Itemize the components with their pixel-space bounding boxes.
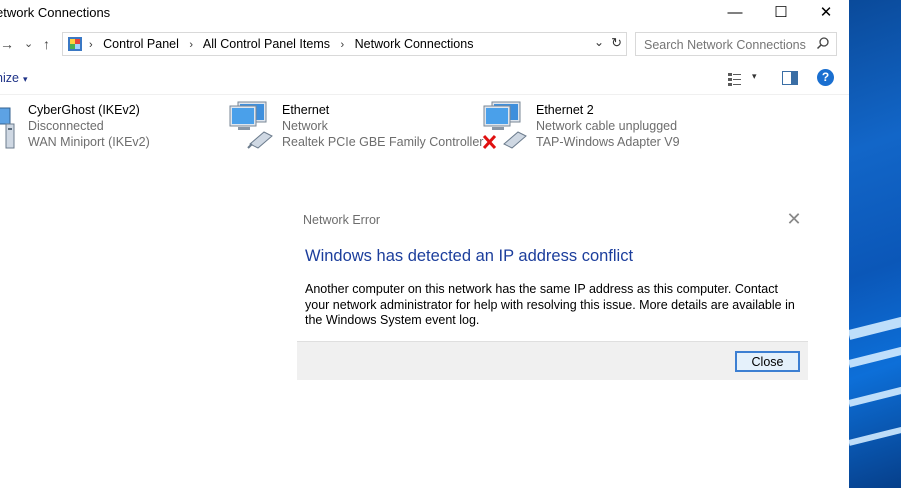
connection-device: TAP-Windows Adapter V9 [536,135,680,149]
wallpaper-ray [849,380,901,407]
connection-text: Ethernet 2 Network cable unplugged TAP-W… [536,102,680,150]
connection-text: Ethernet Network Realtek PCIe GBE Family… [282,102,483,150]
connection-item-ethernet-2[interactable]: Ethernet 2 Network cable unplugged TAP-W… [482,100,712,152]
command-bar: nize▾ ▾ [0,64,849,95]
connection-item-cyberghost[interactable]: CyberGhost (IKEv2) Disconnected WAN Mini… [0,100,180,152]
breadcrumb: › Control Panel › All Control Panel Item… [89,37,473,51]
refresh-icon[interactable]: ↻ [611,35,622,51]
maximize-button[interactable]: ☐ [758,0,804,27]
breadcrumb-all-items[interactable]: All Control Panel Items [203,37,330,51]
connection-device: Realtek PCIe GBE Family Controller [282,135,484,149]
breadcrumb-separator[interactable]: › [189,39,193,51]
address-row: → ⌄ ↑ › Control Panel › All Control Pane… [0,32,849,58]
desktop-background [849,0,901,488]
search-input[interactable] [636,33,824,57]
connection-name: Ethernet 2 [536,103,594,117]
dialog-title: Network Error [303,213,381,227]
ethernet-unplugged-icon [482,101,527,150]
title-bar[interactable]: etwork Connections — ☐ ✕ [0,0,849,27]
breadcrumb-network-connections[interactable]: Network Connections [355,37,474,51]
organize-label: nize [0,71,19,85]
close-button[interactable]: Close [735,351,800,372]
forward-button[interactable]: → [0,36,14,52]
dialog-close-icon[interactable]: ✕ [784,209,804,229]
connection-status: Network [282,119,328,133]
close-window-button[interactable]: ✕ [803,0,849,27]
control-panel-icon [68,37,82,51]
recent-locations-button[interactable]: ⌄ [24,37,33,50]
connection-name: Ethernet [282,103,330,117]
wallpaper-ray [849,340,901,368]
up-button[interactable]: ↑ [43,36,50,52]
network-error-dialog: Network Error ✕ Windows has detected an … [297,201,808,380]
connection-status: Network cable unplugged [536,119,678,133]
dialog-message: Another computer on this network has the… [305,282,795,327]
view-options-caret-icon[interactable]: ▾ [752,71,757,82]
connection-text: CyberGhost (IKEv2) Disconnected WAN Mini… [28,102,150,150]
dialog-footer: Close [297,341,808,380]
address-dropdown-icon[interactable]: ⌄ [594,35,604,49]
search-box[interactable] [635,32,837,57]
dialog-heading: Windows has detected an IP address confl… [305,247,634,265]
connection-status: Disconnected [28,119,104,133]
address-bar[interactable]: › Control Panel › All Control Panel Item… [62,32,627,56]
wallpaper-ray [849,420,901,446]
network-connections-window: etwork Connections — ☐ ✕ → ⌄ ↑ › Control… [0,0,849,488]
vpn-connection-icon [0,107,15,149]
window-title: etwork Connections [0,5,111,20]
ethernet-icon [229,101,273,149]
preview-pane-icon[interactable] [782,71,798,85]
connection-device: WAN Miniport (IKEv2) [28,135,150,149]
change-view-icon[interactable] [727,71,743,87]
organize-caret-icon: ▾ [22,74,28,84]
organize-menu[interactable]: nize▾ [0,71,27,85]
breadcrumb-separator[interactable]: › [340,39,344,51]
minimize-button[interactable]: — [712,0,758,27]
help-icon[interactable]: ? [817,69,834,86]
search-icon[interactable] [816,36,830,50]
connection-name: CyberGhost (IKEv2) [28,103,140,117]
breadcrumb-control-panel[interactable]: Control Panel [103,37,179,51]
connection-item-ethernet[interactable]: Ethernet Network Realtek PCIe GBE Family… [228,100,483,152]
breadcrumb-separator[interactable]: › [89,39,93,51]
wallpaper-ray [849,310,901,340]
